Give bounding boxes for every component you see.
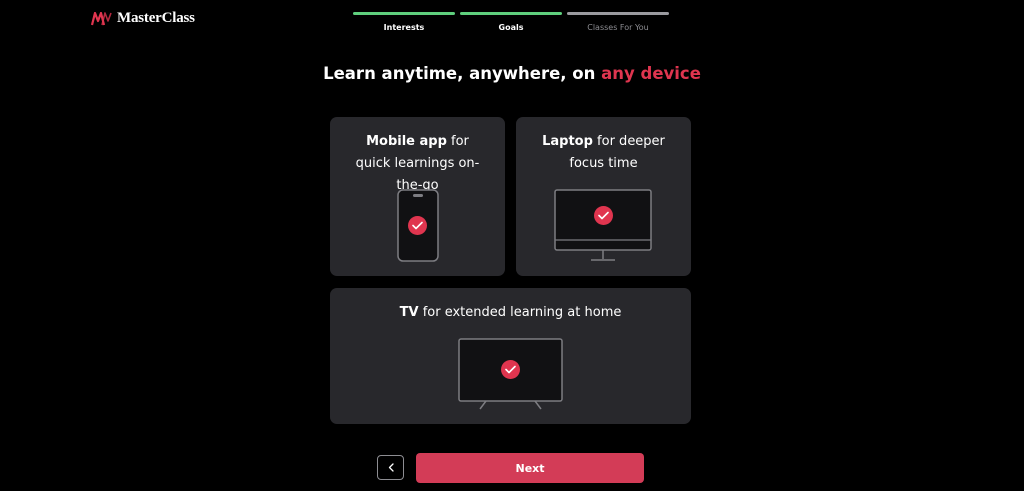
device-card-mobile[interactable]: Mobile app for quick learnings on-the-go: [330, 117, 505, 276]
card-subtitle: for extended learning at home: [418, 305, 622, 320]
step-bar: [460, 12, 562, 15]
step-label: Interests: [383, 23, 425, 32]
check-icon: [501, 360, 520, 379]
device-card-laptop[interactable]: Laptop for deeper focus time: [516, 117, 691, 276]
next-button[interactable]: Next: [416, 453, 644, 483]
title-highlight: any device: [601, 64, 701, 83]
brand-name: MasterClass: [117, 10, 195, 26]
card-description: Laptop for deeper focus time: [516, 131, 691, 175]
step-label: Classes For You: [587, 23, 649, 32]
progress-steps: Interests Goals Classes For You: [353, 12, 669, 32]
card-title: Laptop: [542, 134, 593, 149]
back-button[interactable]: [377, 455, 404, 480]
title-prefix: Learn anytime, anywhere, on: [323, 64, 602, 83]
card-description: TV for extended learning at home: [330, 302, 691, 324]
step-bar: [353, 12, 455, 15]
check-icon: [594, 206, 613, 225]
step-bar: [567, 12, 669, 15]
step-label: Goals: [498, 23, 524, 32]
card-title: TV: [399, 305, 419, 320]
device-card-tv[interactable]: TV for extended learning at home: [330, 288, 691, 424]
card-description: Mobile app for quick learnings on-the-go: [330, 131, 505, 197]
masterclass-logo[interactable]: MasterClass: [91, 10, 195, 27]
masterclass-logo-icon: [91, 11, 112, 25]
monitor-icon: [554, 189, 652, 261]
page-title: Learn anytime, anywhere, on any device: [0, 64, 1024, 83]
card-title: Mobile app: [366, 134, 447, 149]
check-icon: [408, 216, 427, 235]
step-classes-for-you: Classes For You: [567, 12, 669, 32]
step-interests: Interests: [353, 12, 455, 32]
step-goals: Goals: [460, 12, 562, 32]
chevron-left-icon: [388, 463, 394, 472]
